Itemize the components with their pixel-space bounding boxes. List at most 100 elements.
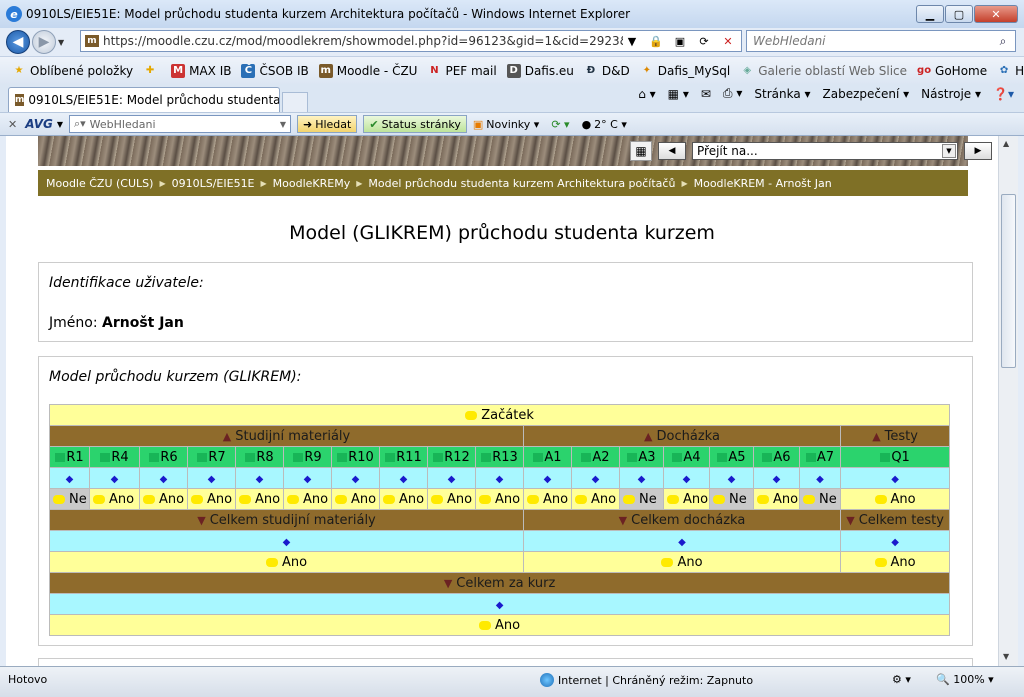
avg-search-input[interactable]: ⌕▾ WebHledani ▼ [68,115,291,133]
breadcrumb-item[interactable]: Moodle ČZU (CULS) [46,177,153,190]
dropdown-arrow-icon[interactable]: ▼ [280,120,286,129]
fav-item-hosting[interactable]: ✿HOSTING [997,64,1024,78]
breadcrumb-item[interactable]: 0910LS/EIE51E [172,177,255,190]
hledat-button[interactable]: ➜ Hledat [296,115,358,133]
maximize-button[interactable]: ▢ [945,5,973,23]
fav-item-web-slice[interactable]: ◈ Galerie oblastí Web Slice [740,64,907,78]
tab-active[interactable]: m 0910LS/EIE51E: Model průchodu studenta… [8,87,280,112]
compat-view-icon[interactable]: ▣ [671,35,689,48]
item-node: ◆ [379,467,428,489]
fav-item-gohome[interactable]: go GoHome [917,64,987,78]
avg-logo[interactable]: AVG [25,117,53,131]
item-r12: R12 [427,446,476,468]
favorites-button[interactable]: ★ Oblíbené položky [12,64,134,78]
pef-mail-icon: N [430,64,439,76]
node-icon [874,494,887,504]
node-icon [93,494,105,504]
refresh-icon[interactable]: ⟳ [695,35,713,48]
jump-select[interactable]: Přejít na... ▼ [692,142,958,160]
node-icon [239,494,251,504]
status-page-button[interactable]: ✔ Status stránky [363,115,467,133]
refresh-menu-icon[interactable]: ⟳ ▾ [551,118,569,131]
fav-item-moodle[interactable]: m Moodle - ČZU [318,63,417,78]
item-r1: R1 [49,446,90,468]
close-toolbar-icon[interactable]: ✕ [8,118,17,131]
address-bar[interactable]: m https://moodle.czu.cz/mod/moodlekrem/s… [80,30,742,52]
total-node: ◆ [523,530,841,552]
stop-icon[interactable]: ✕ [719,35,737,48]
back-button[interactable]: ◀ [6,30,30,54]
fav-item-dafis[interactable]: D Dafis.eu [506,63,574,78]
lock-icon[interactable]: 🔒 [647,35,665,48]
grid-icon[interactable]: ▦ [630,141,652,161]
vertical-scrollbar[interactable]: ▲ ▼ [998,136,1018,666]
mail-icon[interactable]: ✉ [701,87,711,101]
group-header: ▲ Testy [839,425,951,447]
minimize-button[interactable]: ▁ [916,5,944,23]
search-icon[interactable]: ⌕ [991,34,1015,49]
scroll-up-icon[interactable]: ▲ [1003,139,1009,148]
home-icon[interactable]: ⌂ ▾ [638,87,655,101]
security-status-icon[interactable]: ⚙ ▾ [892,673,911,686]
maxib-icon: M [171,63,186,78]
security-menu[interactable]: Zabezpečení ▾ [823,87,910,101]
item-r7: R7 [187,446,236,468]
print-icon[interactable]: ⎙ ▾ [723,86,742,101]
fav-item-dafis-mysql[interactable]: ✦ Dafis_MySql [640,64,731,78]
item-a6: A6 [753,446,800,468]
breadcrumb-sep-icon: ▶ [260,178,267,188]
next-button[interactable]: ▶ [964,142,992,160]
search-placeholder[interactable]: WebHledani [753,34,991,48]
fav-item-max-ib[interactable]: M MAX IB [171,63,231,78]
news-menu[interactable]: ▣ Novinky ▾ [473,118,539,131]
history-dropdown-icon[interactable]: ▼ [58,38,70,47]
page-menu[interactable]: Stránka ▾ [754,87,810,101]
tools-menu[interactable]: Nástroje ▾ [921,87,981,101]
fav-item-dd[interactable]: Ð D&D [584,64,630,78]
url-text[interactable]: https://moodle.czu.cz/mod/moodlekrem/sho… [103,34,623,48]
item-result: Ano [523,488,572,510]
diamond-icon: ◆ [543,473,552,485]
dropdown-arrow-icon[interactable]: ▼ [623,35,641,48]
item-q1: Q1 [839,446,951,468]
diamond-icon: ◆ [159,473,168,485]
item-node: ◆ [663,467,710,489]
scroll-down-icon[interactable]: ▼ [1003,652,1009,661]
zoom-control[interactable]: 🔍 100% ▾ [936,673,994,686]
total-result: Ano [49,551,524,573]
item-node: ◆ [523,467,572,489]
fav-item-csob-ib[interactable]: Č ČSOB IB [241,63,309,78]
node-icon [479,620,492,630]
node-square-icon [627,452,638,462]
breadcrumb-item[interactable]: MoodleKREMy [273,177,351,190]
weather-item[interactable]: ● 2° C ▾ [582,118,627,131]
node-square-icon [337,452,348,462]
item-a7: A7 [799,446,841,468]
new-tab-button[interactable] [282,92,308,112]
close-button[interactable]: ✕ [974,5,1018,23]
node-icon [575,494,587,504]
page-content: ▦ ◀ Přejít na... ▼ ▶ Moodle ČZU (CULS) ▶ … [6,136,998,666]
forward-button[interactable]: ▶ [32,30,56,54]
diamond-icon: ◆ [65,473,74,485]
csob-icon: Č [241,63,256,78]
web-slice-icon: ◈ [743,64,752,76]
item-node: ◆ [571,467,620,489]
diamond-icon: ◆ [303,473,312,485]
dropdown-arrow-icon: ▼ [942,144,956,158]
zone-indicator[interactable]: Internet | Chráněný režim: Zapnuto [540,673,753,687]
fav-add-icon[interactable]: ✚ [143,64,161,78]
avg-dropdown-icon[interactable]: ▼ [57,120,63,129]
fav-item-pef-mail[interactable]: N PEF mail [427,64,496,78]
item-a3: A3 [619,446,664,468]
overall-result: Ano [48,614,951,636]
triangle-up-icon: ▲ [872,429,881,443]
search-box[interactable]: WebHledani ⌕ [746,30,1016,52]
scroll-thumb[interactable] [1001,194,1016,368]
help-icon[interactable]: ❓▾ [993,87,1014,101]
check-icon: ✔ [369,117,379,131]
breadcrumb-item[interactable]: Model průchodu studenta kurzem Architekt… [368,177,675,190]
rss-icon[interactable]: ▦ ▾ [668,87,689,101]
item-r9: R9 [283,446,332,468]
prev-button[interactable]: ◀ [658,142,686,160]
